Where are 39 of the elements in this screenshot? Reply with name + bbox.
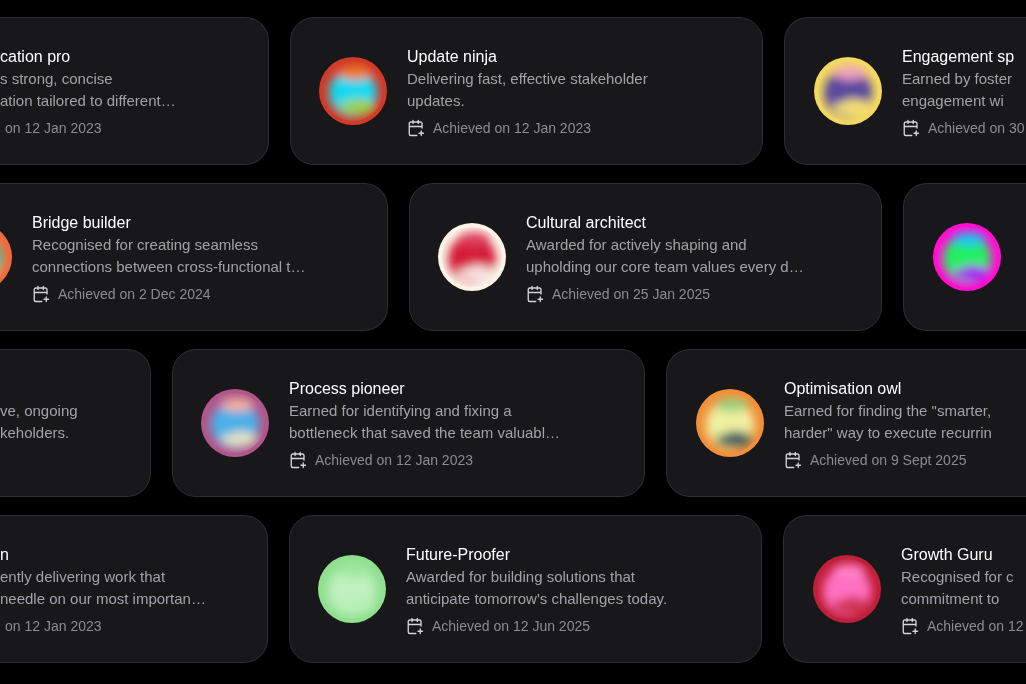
card-description: Earned by foster engagement wi — [902, 69, 1014, 111]
card-description: Delivering fast, effective stakeholder updates. — [407, 69, 648, 111]
achieved-date: on 12 Jan 2023 — [4, 118, 102, 138]
achieved-date: Achieved on 12 Jan 2023 — [433, 118, 591, 138]
card-title: n — [0, 545, 10, 565]
card-title: Engagement sp — [902, 47, 1016, 67]
calendar-add-icon — [406, 617, 424, 635]
calendar-add-icon — [32, 285, 50, 303]
card-description: s strong, concise ation tailored to different… — [0, 69, 176, 111]
calendar-add-icon — [784, 451, 802, 469]
achieved-date: Achieved on 2 Dec 2024 — [58, 284, 211, 304]
calendar-add-icon — [407, 119, 425, 137]
calendar-add-icon — [902, 119, 920, 137]
achieved-date: Achieved on 12 Jun 2025 — [432, 616, 590, 636]
card-title: Update ninja — [407, 47, 498, 67]
calendar-add-icon — [901, 617, 919, 635]
card-title: Optimisation owl — [784, 379, 903, 399]
card-title: Bridge builder — [32, 213, 132, 233]
card-description: Recognised for creating seamless connections between cross-functional t… — [32, 235, 306, 277]
card-title: Cultural architect — [526, 213, 648, 233]
card-title: Future-Proofer — [406, 545, 512, 565]
achieved-date: Achieved on 12 Jan 2023 — [315, 450, 473, 470]
achieved-date: Achieved on 25 Jan 2025 — [552, 284, 710, 304]
achieved-date: Achieved on 9 Sept 2025 — [810, 450, 967, 470]
card-description: ve, ongoing keholders. — [0, 401, 78, 443]
card-title: cation pro — [0, 47, 72, 67]
achieved-date: Achieved on 12 — [927, 616, 1024, 636]
card-description: ently delivering work that needle on our most importan… — [0, 567, 206, 609]
card-title: Process pioneer — [289, 379, 406, 399]
achieved-date: on 12 Jan 2023 — [4, 616, 102, 636]
calendar-add-icon — [526, 285, 544, 303]
card-description: Earned for identifying and fixing a bottleneck that saved the team valuabl… — [289, 401, 560, 443]
card-description: Awarded for building solutions that anticipate tomorrow's challenges today. — [406, 567, 668, 609]
card-description: Recognised for c commitment to — [901, 567, 1015, 609]
card-description: Earned for finding the "smarter, harder" way to execute recurrin — [784, 401, 992, 443]
card-description: Awarded for actively shaping and upholding our core team values every d… — [526, 235, 804, 277]
achieved-date: Achieved on 30 — [928, 118, 1025, 138]
calendar-add-icon — [289, 451, 307, 469]
card-title: Growth Guru — [901, 545, 994, 565]
